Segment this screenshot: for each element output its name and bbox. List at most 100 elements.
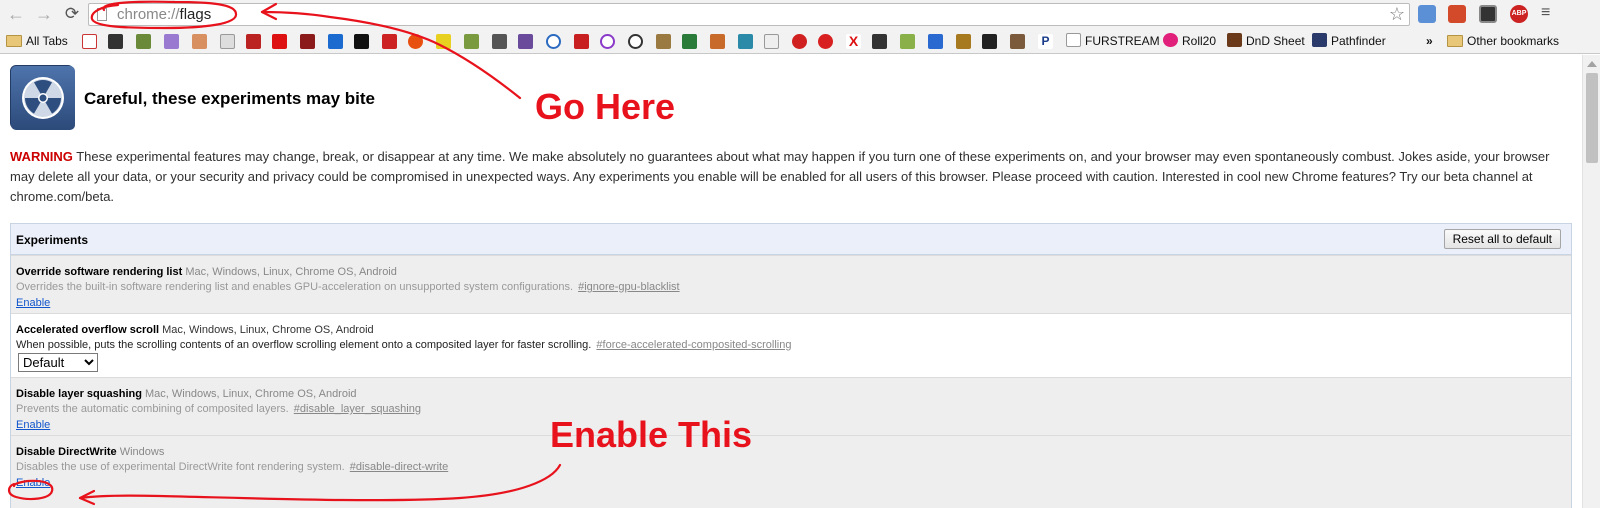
bookmark-icon[interactable] <box>928 34 943 49</box>
experiment-platforms: Windows <box>116 446 165 458</box>
bookmark-furstream[interactable]: FURSTREAM <box>1066 33 1160 50</box>
bookmark-icon[interactable] <box>136 34 151 49</box>
page-icon <box>1066 33 1081 47</box>
experiment-anchor-link[interactable]: #disable-direct-write <box>350 461 448 473</box>
gmail-icon[interactable] <box>82 34 97 49</box>
experiments-panel: Experiments Reset all to default Overrid… <box>10 223 1572 508</box>
bookmark-icon[interactable] <box>464 34 479 49</box>
roll20-icon <box>1163 33 1178 47</box>
bookmark-pathfinder[interactable]: Pathfinder <box>1312 33 1386 50</box>
experiment-name: Disable DirectWrite <box>16 446 117 458</box>
bookmark-icon[interactable] <box>436 34 451 49</box>
bookmark-icon[interactable] <box>872 34 887 49</box>
extension-icon[interactable] <box>1418 5 1436 23</box>
bookmark-icon[interactable] <box>792 34 807 49</box>
bookmark-icon[interactable] <box>656 34 671 49</box>
bookmark-roll20[interactable]: Roll20 <box>1163 33 1216 50</box>
adblock-plus-icon[interactable]: ABP <box>1510 5 1528 23</box>
extension-icon[interactable] <box>1448 5 1466 23</box>
bookmark-icon[interactable] <box>818 34 833 49</box>
folder-icon <box>6 35 22 47</box>
flags-page: Careful, these experiments may bite WARN… <box>0 55 1582 508</box>
experiment-name: Override software rendering list <box>16 266 183 278</box>
experiment-anchor-link[interactable]: #disable_layer_squashing <box>294 403 421 415</box>
enable-link[interactable]: Enable <box>16 419 50 431</box>
bookmark-icon[interactable] <box>600 34 615 49</box>
experiment-item: Override software rendering list Mac, Wi… <box>11 255 1571 313</box>
experiment-description: Disables the use of experimental DirectW… <box>16 461 345 473</box>
experiment-description: Prevents the automatic combining of comp… <box>16 403 289 415</box>
bookmark-icon[interactable] <box>492 34 507 49</box>
experiments-title: Experiments <box>16 233 89 247</box>
tv-icon[interactable] <box>982 34 997 49</box>
radiation-warning-logo <box>10 65 75 130</box>
folder-icon <box>1447 35 1463 47</box>
bookmark-icon[interactable] <box>164 34 179 49</box>
skull-icon[interactable] <box>764 34 779 49</box>
reset-all-button[interactable]: Reset all to default <box>1443 229 1561 249</box>
bookmark-icon[interactable] <box>574 34 589 49</box>
experiment-item: Disable layer squashing Mac, Windows, Li… <box>11 377 1571 435</box>
experiment-platforms: Mac, Windows, Linux, Chrome OS, Android <box>182 266 397 278</box>
bookmark-icon[interactable] <box>1010 34 1025 49</box>
warning-label: WARNING <box>10 149 73 164</box>
bookmark-icon[interactable] <box>710 34 725 49</box>
experiment-platforms: Mac, Windows, Linux, Chrome OS, Android <box>141 388 357 400</box>
bookmark-dnd-sheet[interactable]: DnD Sheet <box>1227 33 1305 50</box>
experiment-select[interactable]: Default <box>18 353 98 372</box>
extension-icon[interactable] <box>1479 5 1497 23</box>
dnd-icon <box>1227 33 1242 47</box>
enable-link[interactable]: Enable <box>16 297 50 309</box>
url-text[interactable]: chrome://flags <box>117 6 211 23</box>
bookmark-icon[interactable] <box>300 34 315 49</box>
bookmark-other-bookmarks[interactable]: Other bookmarks <box>1447 33 1559 50</box>
experiment-description: Overrides the built-in software renderin… <box>16 281 574 293</box>
browser-toolbar: ← → ⟳ chrome://flags ☆ ABP ≡ <box>0 0 1600 29</box>
back-arrow-icon[interactable]: ← <box>6 4 26 24</box>
bookmark-icon[interactable] <box>328 34 343 49</box>
bookmark-icon[interactable] <box>900 34 915 49</box>
power-icon[interactable] <box>546 34 561 49</box>
forward-arrow-icon[interactable]: → <box>34 4 54 24</box>
bookmark-icon[interactable] <box>518 34 533 49</box>
bookmark-icon[interactable] <box>220 34 235 49</box>
experiment-platforms: Mac, Windows, Linux, Chrome OS, Android <box>159 324 374 336</box>
bookmark-icon[interactable] <box>246 34 261 49</box>
pathfinder-icon <box>1312 33 1327 47</box>
scroll-up-arrow-icon[interactable] <box>1587 61 1597 67</box>
menu-icon[interactable]: ≡ <box>1541 5 1557 23</box>
bookmark-icon[interactable] <box>738 34 753 49</box>
bookmark-icon[interactable] <box>682 34 697 49</box>
paw-icon[interactable] <box>108 34 123 49</box>
bookmark-icon[interactable] <box>408 34 423 49</box>
experiment-name: Accelerated overflow scroll <box>16 324 160 336</box>
star-icon[interactable]: ☆ <box>1389 4 1405 25</box>
experiment-item: Disable DirectWrite Windows Disables the… <box>11 435 1571 508</box>
enable-this-annotation: Enable This <box>550 414 753 455</box>
page-icon <box>97 8 107 21</box>
experiment-item: Accelerated overflow scroll Mac, Windows… <box>11 313 1571 377</box>
scrollbar-thumb[interactable] <box>1586 73 1598 163</box>
bookmarks-overflow-chevron[interactable]: » <box>1426 33 1433 50</box>
warning-message: WARNING These experimental features may … <box>10 147 1570 207</box>
experiment-anchor-link[interactable]: #ignore-gpu-blacklist <box>578 281 680 293</box>
enable-directwrite-link[interactable]: Enable <box>16 477 50 489</box>
vertical-scrollbar[interactable] <box>1582 55 1600 508</box>
warning-text: These experimental features may change, … <box>10 149 1550 204</box>
bookmark-icon[interactable] <box>956 34 971 49</box>
bookmark-icon[interactable] <box>628 34 643 49</box>
experiment-description: When possible, puts the scrolling conten… <box>16 339 592 351</box>
experiment-anchor-link[interactable]: #force-accelerated-composited-scrolling <box>596 339 791 351</box>
go-here-annotation: Go Here <box>535 86 676 127</box>
bookmark-icon[interactable] <box>382 34 397 49</box>
address-bar[interactable]: chrome://flags ☆ <box>88 3 1410 26</box>
reload-icon[interactable]: ⟳ <box>62 4 82 24</box>
bookmark-icon[interactable] <box>192 34 207 49</box>
youtube-icon[interactable] <box>272 34 287 49</box>
paypal-icon[interactable]: P <box>1038 34 1053 49</box>
experiments-header: Experiments Reset all to default <box>11 224 1571 255</box>
bookmark-icon[interactable] <box>354 34 369 49</box>
bookmark-all-tabs[interactable]: All Tabs <box>6 33 68 50</box>
page-title: Careful, these experiments may bite <box>84 89 376 108</box>
bookmark-icon[interactable]: X <box>846 34 861 49</box>
